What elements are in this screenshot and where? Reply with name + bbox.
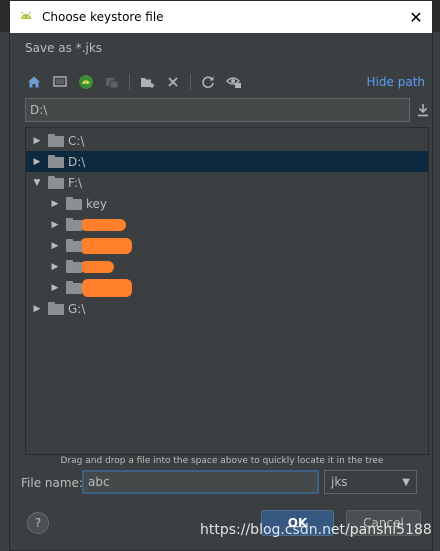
- desktop-icon[interactable]: [51, 73, 69, 91]
- tree-item-label: D:\: [68, 154, 86, 169]
- new-folder-icon[interactable]: [138, 73, 156, 91]
- expand-arrow-icon[interactable]: ▶: [50, 241, 60, 251]
- redaction-scribble: [80, 237, 132, 254]
- tree-item-redacted[interactable]: ▶: [26, 256, 428, 277]
- file-type-select[interactable]: jks ▼: [324, 470, 417, 494]
- file-name-label: File name:: [21, 476, 83, 490]
- module-icon[interactable]: [103, 73, 121, 91]
- chevron-down-icon: ▼: [402, 476, 410, 488]
- android-project-icon[interactable]: [77, 73, 95, 91]
- expand-arrow-icon[interactable]: ▶: [50, 199, 60, 209]
- tree-item-label: key: [86, 196, 108, 211]
- hide-path-link[interactable]: Hide path: [367, 75, 425, 89]
- tree-item-key[interactable]: ▶ key: [26, 193, 428, 214]
- choose-keystore-dialog: Choose keystore file ✕ Save as *.jks Hid…: [9, 0, 433, 551]
- window-title: Choose keystore file: [42, 10, 164, 24]
- file-type-value: jks: [331, 475, 348, 489]
- folder-icon: [48, 176, 64, 189]
- folder-icon: [48, 302, 64, 315]
- tree-item-redacted[interactable]: ▶: [26, 277, 428, 298]
- redaction-scribble: [80, 218, 126, 231]
- collapse-arrow-icon[interactable]: ▼: [32, 178, 42, 188]
- folder-icon: [66, 239, 82, 252]
- toolbar-separator: [190, 74, 191, 90]
- toolbar-separator: [129, 74, 130, 90]
- folder-icon: [66, 197, 82, 210]
- show-hidden-icon[interactable]: [225, 73, 243, 91]
- tree-item-label: C:\: [68, 133, 85, 148]
- expand-arrow-icon[interactable]: ▶: [50, 262, 60, 272]
- expand-arrow-icon[interactable]: ▶: [32, 136, 42, 146]
- expand-arrow-icon[interactable]: ▶: [50, 283, 60, 293]
- redaction-scribble: [80, 260, 114, 273]
- tree-item-redacted[interactable]: ▶: [26, 235, 428, 256]
- toolbar: Hide path: [25, 69, 425, 95]
- ide-right-strip: [432, 32, 440, 551]
- tree-item-f-drive[interactable]: ▼ F:\: [26, 172, 428, 193]
- folder-icon: [48, 134, 64, 147]
- close-button[interactable]: ✕: [400, 1, 432, 33]
- refresh-icon[interactable]: [199, 73, 217, 91]
- folder-icon: [66, 260, 82, 273]
- drag-drop-hint: Drag and drop a file into the space abov…: [60, 456, 384, 466]
- tree-item-c-drive[interactable]: ▶ C:\: [26, 130, 428, 151]
- tree-item-label: F:\: [68, 175, 83, 190]
- delete-icon[interactable]: [164, 73, 182, 91]
- watermark: https://blog.csdn.net/panshi5188: [200, 522, 432, 538]
- expand-arrow-icon[interactable]: ▶: [50, 220, 60, 230]
- folder-icon: [66, 281, 82, 294]
- path-row: D:\: [25, 98, 433, 122]
- file-name-input[interactable]: abc: [82, 470, 319, 494]
- path-input[interactable]: D:\: [25, 98, 410, 122]
- folder-icon: [66, 218, 82, 231]
- tree-item-d-drive[interactable]: ▶ D:\: [26, 151, 428, 172]
- dialog-subtitle: Save as *.jks: [25, 41, 103, 55]
- expand-arrow-icon[interactable]: ▶: [32, 304, 42, 314]
- close-icon: ✕: [409, 7, 423, 27]
- home-icon[interactable]: [25, 73, 43, 91]
- title-bar: Choose keystore file ✕: [10, 1, 432, 33]
- redaction-scribble: [82, 278, 132, 297]
- file-tree[interactable]: ▶ C:\ ▶ D:\ ▼ F:\ ▶ key ▶ ▶ ▶ ▶ ▶ G:\: [25, 127, 429, 455]
- download-icon[interactable]: [413, 98, 433, 122]
- tree-item-g-drive[interactable]: ▶ G:\: [26, 298, 428, 319]
- expand-arrow-icon[interactable]: ▶: [32, 157, 42, 167]
- folder-icon: [48, 155, 64, 168]
- android-studio-icon: [21, 11, 31, 19]
- tree-item-label: G:\: [68, 301, 86, 316]
- help-button[interactable]: ?: [27, 512, 49, 534]
- tree-item-redacted[interactable]: ▶: [26, 214, 428, 235]
